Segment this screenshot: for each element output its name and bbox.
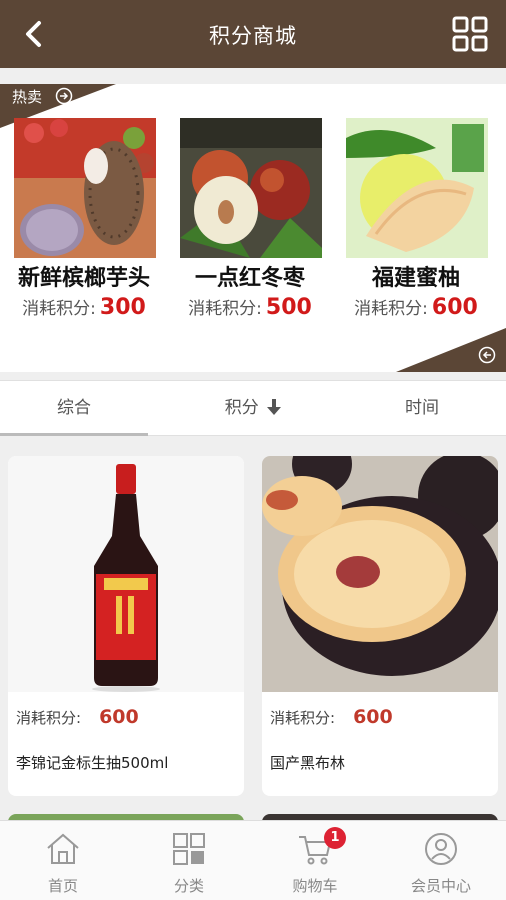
nav-cart[interactable]: 1 购物车 (252, 821, 378, 900)
arrow-right-circle-icon[interactable] (55, 87, 73, 105)
nav-label: 分类 (173, 877, 204, 895)
price-value: 600 (99, 706, 139, 728)
hot-item-price: 消耗积分: 300 (0, 294, 168, 320)
nav-member-center[interactable]: 会员中心 (378, 821, 504, 900)
tab-time[interactable]: 时间 (338, 381, 506, 437)
tab-label: 积分 (224, 398, 259, 418)
card-price: 消耗积分: 600 (270, 706, 393, 728)
price-value: 600 (431, 295, 478, 320)
product-image-pomelo[interactable] (346, 118, 488, 258)
product-image-plum[interactable] (262, 456, 498, 692)
sort-tabs: 综合 积分 时间 (0, 380, 506, 436)
nav-label: 会员中心 (410, 877, 471, 895)
product-card[interactable]: 消耗积分: 600 国产黑布林 (262, 456, 498, 796)
hot-item-price: 消耗积分: 600 (332, 294, 500, 320)
home-icon (47, 833, 79, 864)
price-label: 消耗积分: (16, 709, 82, 727)
price-label: 消耗积分: (270, 709, 336, 727)
arrow-down-icon (267, 399, 282, 415)
user-icon (425, 833, 457, 865)
product-card[interactable]: 消耗积分: 600 李锦记金标生抽500ml (8, 456, 244, 796)
hot-item-name: 福建蜜柚 (371, 266, 460, 291)
nav-label: 购物车 (292, 877, 338, 895)
hot-label: 热卖 (12, 88, 43, 106)
product-image-taro[interactable] (14, 118, 156, 258)
product-name: 国产黑布林 (270, 754, 346, 772)
price-label: 消耗积分: (354, 299, 428, 319)
product-name: 李锦记金标生抽500ml (16, 754, 169, 772)
price-label: 消耗积分: (188, 299, 262, 319)
category-icon (173, 833, 205, 865)
hot-sale-carousel: 热卖 新鲜槟榔芋头 消耗积分: 300 一点红冬枣 消耗积分: 500 福建蜜柚… (0, 84, 506, 372)
product-image-soy-sauce[interactable] (8, 456, 244, 692)
hot-item-name: 一点红冬枣 (194, 266, 305, 291)
tab-comprehensive[interactable]: 综合 (0, 381, 148, 437)
hot-item-price: 消耗积分: 500 (166, 294, 334, 320)
cart-badge: 1 (324, 827, 346, 849)
nav-label: 首页 (47, 877, 78, 895)
tab-points[interactable]: 积分 (168, 381, 338, 437)
active-tab-indicator (0, 433, 148, 436)
nav-category[interactable]: 分类 (126, 821, 252, 900)
arrow-left-circle-icon[interactable] (478, 346, 496, 364)
top-bar: 积分商城 (0, 0, 506, 68)
price-value: 300 (99, 295, 146, 320)
price-value: 600 (353, 706, 393, 728)
nav-home[interactable]: 首页 (0, 821, 126, 900)
hot-item-name: 新鲜槟榔芋头 (17, 266, 150, 291)
price-label: 消耗积分: (22, 299, 96, 319)
product-image-jujube[interactable] (180, 118, 322, 258)
grid-menu-icon[interactable] (452, 16, 488, 52)
price-value: 500 (265, 295, 312, 320)
page-title: 积分商城 (209, 24, 297, 48)
tab-label: 综合 (57, 398, 91, 418)
bottom-nav: 首页 分类 1 购物车 会员中心 (0, 820, 506, 900)
tab-label: 时间 (405, 398, 439, 418)
card-price: 消耗积分: 600 (16, 706, 139, 728)
